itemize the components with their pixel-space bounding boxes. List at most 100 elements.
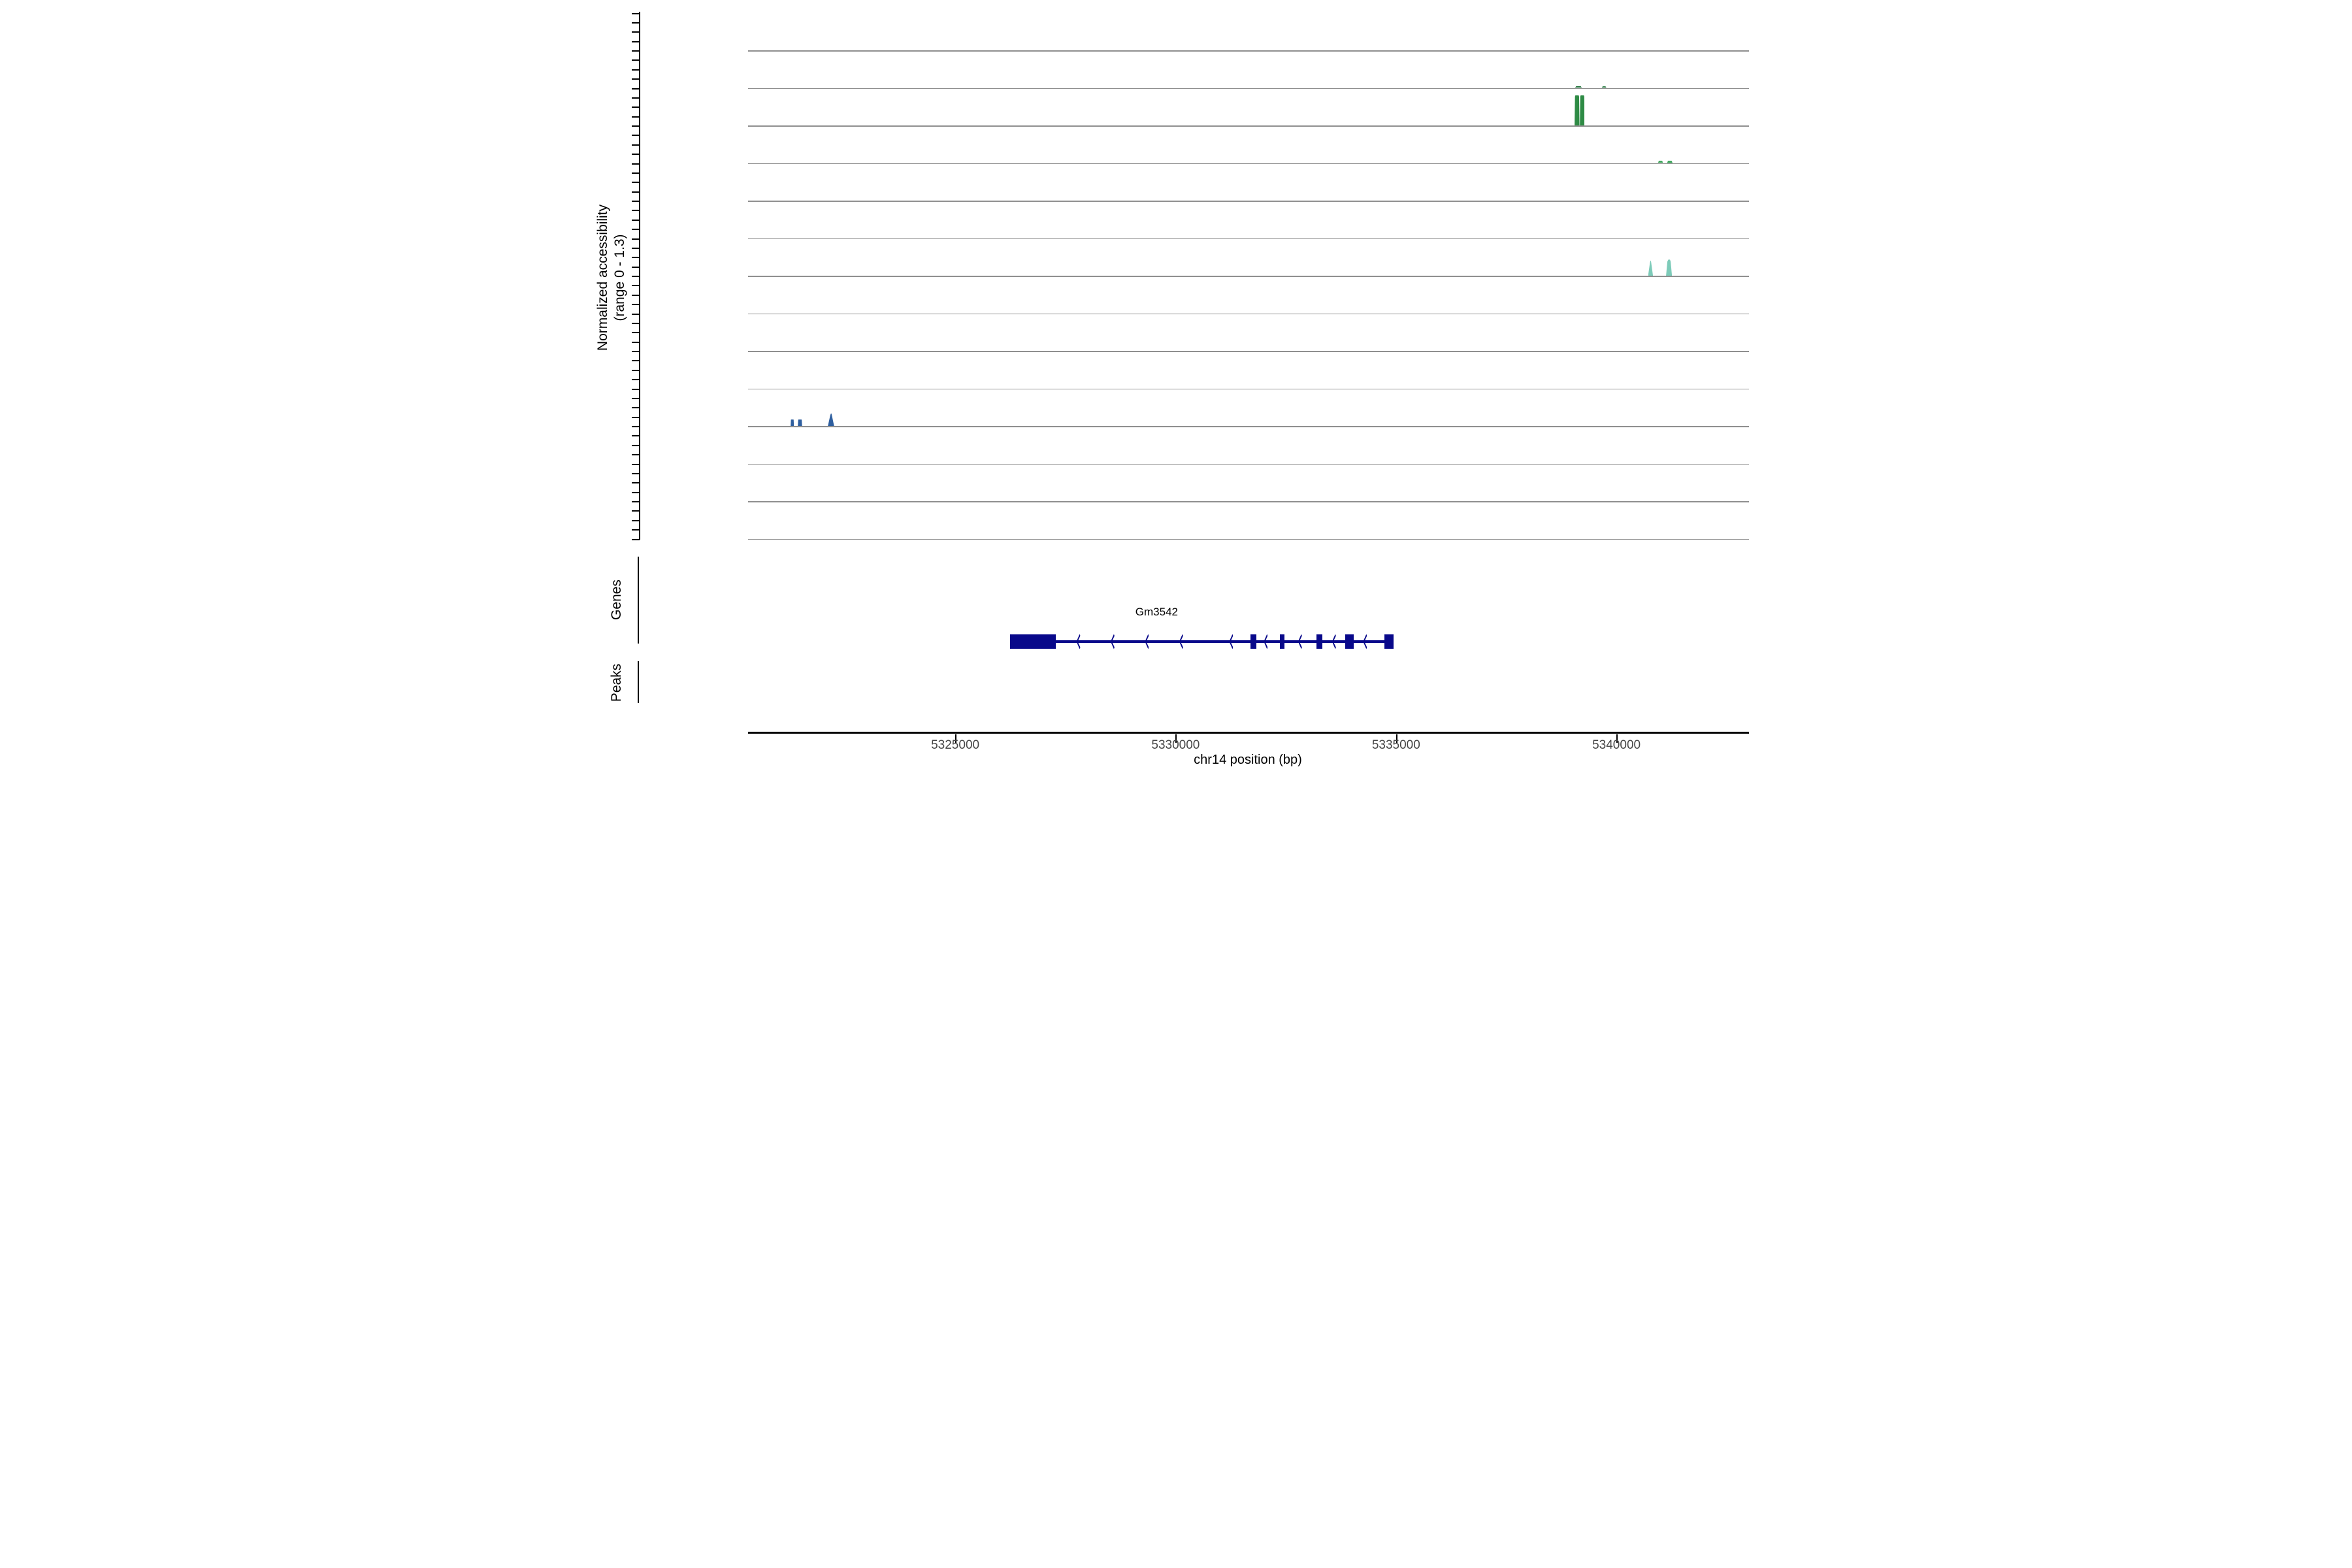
gene-exon <box>1316 634 1322 649</box>
y-axis-tick <box>632 97 640 99</box>
y-axis-tick <box>632 106 640 108</box>
y-axis-label-line2: (range 0 - 1.3) <box>612 204 629 351</box>
accessibility-peak <box>1648 261 1653 276</box>
y-axis-tick <box>632 276 640 277</box>
genes-bracket <box>638 557 639 644</box>
accessibility-peak <box>1575 95 1579 125</box>
coverage-plot-figure: Normalized accessibility (range 0 - 1.3)… <box>588 0 1764 784</box>
y-axis-tick <box>632 398 640 399</box>
y-axis-tick <box>632 144 640 146</box>
y-axis-tick <box>632 295 640 296</box>
gene-body-line <box>1010 640 1394 643</box>
gene-exon <box>1280 634 1284 649</box>
x-axis-tick-label: 5335000 <box>1372 738 1420 753</box>
y-axis-tick <box>632 116 640 118</box>
y-axis-tick <box>632 492 640 493</box>
y-axis-tick <box>632 342 640 343</box>
track-baseline <box>748 351 1749 352</box>
gene-exon <box>1384 634 1394 649</box>
y-axis-tick <box>632 220 640 221</box>
accessibility-peak <box>828 414 834 426</box>
accessibility-peak <box>798 419 802 426</box>
y-axis-tick <box>632 135 640 136</box>
y-axis-tick <box>632 426 640 427</box>
y-axis-tick <box>632 191 640 193</box>
y-axis-tick <box>632 464 640 465</box>
y-axis-tick <box>632 59 640 61</box>
y-axis-tick <box>632 22 640 24</box>
y-axis-tick <box>632 285 640 286</box>
y-axis-tick <box>632 238 640 240</box>
y-axis-tick <box>632 417 640 418</box>
x-axis-line <box>748 732 1749 734</box>
x-axis-title: chr14 position (bp) <box>1194 753 1302 768</box>
y-axis-tick <box>632 41 640 42</box>
x-axis-tick-label: 5330000 <box>1151 738 1200 753</box>
y-axis-tick <box>632 445 640 446</box>
y-axis-tick <box>632 304 640 305</box>
y-axis-tick <box>632 201 640 202</box>
track-baseline <box>748 314 1749 315</box>
y-axis-tick <box>632 323 640 324</box>
y-axis-tick <box>632 473 640 474</box>
y-axis-tick <box>632 407 640 408</box>
y-axis-tick <box>632 370 640 371</box>
y-axis-tick <box>632 332 640 333</box>
accessibility-peak <box>791 419 794 426</box>
y-axis-tick <box>632 154 640 155</box>
x-axis-tick-label: 5325000 <box>931 738 979 753</box>
gene-exon <box>1250 634 1256 649</box>
y-axis-tick <box>632 248 640 249</box>
track-baseline <box>748 501 1749 502</box>
y-axis-tick <box>632 539 640 540</box>
track-baseline <box>748 539 1749 540</box>
y-axis-tick <box>632 267 640 268</box>
track-baseline <box>748 276 1749 277</box>
track-baseline <box>748 88 1749 90</box>
y-axis-tick <box>632 314 640 315</box>
gene-exon <box>1010 634 1056 649</box>
gene-exon <box>1345 634 1354 649</box>
y-axis-label-line1: Normalized accessibility <box>595 204 612 351</box>
y-axis-tick <box>632 50 640 52</box>
y-axis-tick <box>632 69 640 71</box>
y-axis-label: Normalized accessibility (range 0 - 1.3) <box>595 204 629 351</box>
y-axis-tick <box>632 257 640 258</box>
accessibility-peak <box>1667 161 1673 163</box>
peaks-bracket <box>638 661 639 703</box>
y-axis-tick <box>632 13 640 14</box>
y-axis-tick <box>632 520 640 521</box>
y-axis-tick <box>632 210 640 211</box>
accessibility-peak <box>1602 86 1607 88</box>
track-baseline <box>748 50 1749 52</box>
y-axis-tick <box>632 360 640 361</box>
y-axis-tick <box>632 379 640 380</box>
y-axis-tick <box>632 501 640 502</box>
genes-panel-label: Genes <box>608 580 625 620</box>
peaks-panel-label: Peaks <box>608 664 625 702</box>
gene-name-label: Gm3542 <box>1135 606 1178 619</box>
y-axis-tick <box>632 88 640 90</box>
y-axis-tick <box>632 78 640 80</box>
y-axis-tick <box>632 182 640 183</box>
accessibility-peak <box>1658 161 1663 163</box>
track-baseline <box>748 426 1749 427</box>
y-axis-tick <box>632 510 640 512</box>
accessibility-peak <box>1666 259 1672 276</box>
y-axis-tick <box>632 172 640 174</box>
y-axis-tick <box>632 229 640 230</box>
accessibility-peak <box>1575 86 1582 88</box>
y-axis-tick <box>632 529 640 531</box>
y-axis-tick <box>632 482 640 483</box>
track-baseline <box>748 464 1749 465</box>
y-axis-tick <box>632 125 640 127</box>
track-baseline <box>748 201 1749 202</box>
y-axis-tick <box>632 435 640 436</box>
x-axis-tick-label: 5340000 <box>1592 738 1641 753</box>
track-baseline <box>748 125 1749 127</box>
track-baseline <box>748 389 1749 390</box>
y-axis-tick <box>632 163 640 165</box>
accessibility-peak <box>1580 95 1584 125</box>
y-axis-tick <box>632 31 640 33</box>
track-baseline <box>748 238 1749 240</box>
